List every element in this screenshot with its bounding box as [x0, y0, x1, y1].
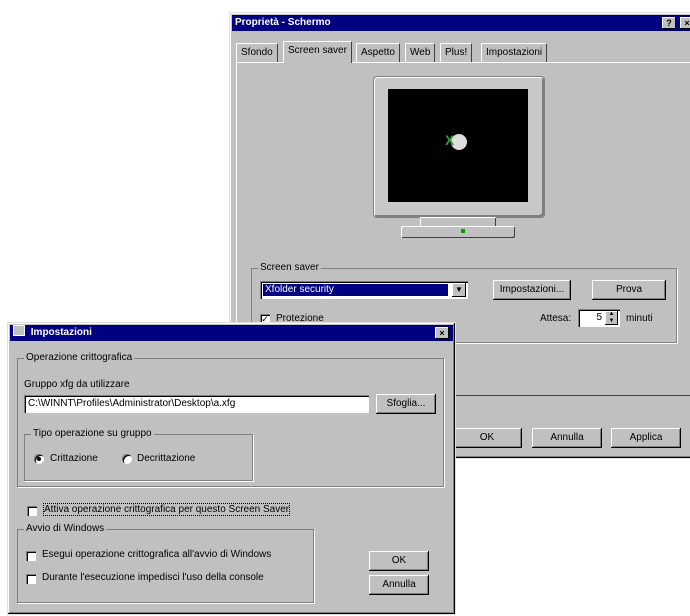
tab-label: Screen saver: [288, 45, 347, 56]
decrypt-radio[interactable]: [122, 454, 132, 464]
tab-label: Sfondo: [241, 47, 273, 58]
xfg-group-label: Gruppo xfg da utilizzare: [24, 379, 130, 390]
display-properties-titlebar[interactable]: Proprietà - Schermo ? ×: [232, 15, 690, 31]
crypto-operation-group: Operazione crittografica Gruppo xfg da u…: [17, 352, 444, 487]
console-checkbox[interactable]: [26, 574, 36, 584]
path-value: C:\WINNT\Profiles\Administrator\Desktop\…: [28, 398, 236, 409]
tab-label: Plus!: [445, 47, 468, 58]
window-title: Proprietà - Schermo: [235, 17, 331, 28]
tab-screensaver[interactable]: Screen saver: [283, 41, 352, 63]
settings-cancel-button[interactable]: Annulla: [369, 575, 429, 595]
group-label: Operazione crittografica: [24, 352, 135, 363]
startup-checkbox[interactable]: [26, 551, 36, 561]
tab-label: Impostazioni: [486, 47, 543, 58]
dialog-title: Impostazioni: [30, 327, 92, 338]
tab-settings[interactable]: Impostazioni: [481, 43, 548, 62]
activate-label: Attiva operazione crittografica per ques…: [42, 503, 291, 516]
screensaver-logo-icon: X: [445, 132, 467, 150]
wait-input[interactable]: 5 ▲ ▼: [578, 309, 620, 327]
activate-checkbox[interactable]: [27, 506, 37, 516]
tab-plus[interactable]: Plus!: [440, 43, 473, 62]
windows-startup-group: Avvio di Windows Esegui operazione critt…: [17, 523, 314, 603]
settings-ok-button[interactable]: OK: [369, 551, 429, 571]
monitor-preview-icon: X: [373, 76, 545, 253]
ok-button[interactable]: OK: [452, 428, 522, 448]
help-icon[interactable]: ?: [662, 17, 676, 29]
tab-strip: Sfondo Screen saver Aspetto Web Plus! Im…: [236, 41, 676, 63]
wait-unit: minuti: [626, 313, 653, 324]
settings-window-icon: [13, 325, 25, 336]
xfg-path-input[interactable]: C:\WINNT\Profiles\Administrator\Desktop\…: [24, 395, 369, 413]
group-label: Screen saver: [258, 262, 321, 273]
tab-appearance[interactable]: Aspetto: [356, 43, 400, 62]
group-label: Tipo operazione su gruppo: [31, 428, 154, 439]
cancel-button[interactable]: Annulla: [532, 428, 602, 448]
tab-web[interactable]: Web: [405, 43, 436, 62]
dropdown-arrow-icon[interactable]: ▼: [452, 283, 466, 297]
settings-dialog: Impostazioni × Operazione crittografica …: [7, 322, 456, 615]
wait-value: 5: [596, 312, 602, 323]
screen-area: X: [388, 89, 528, 202]
settings-titlebar[interactable]: Impostazioni ×: [10, 325, 453, 341]
close-icon[interactable]: ×: [680, 17, 690, 29]
dropdown-selected: Xfolder security: [263, 284, 448, 296]
preview-button[interactable]: Prova: [592, 280, 666, 300]
encrypt-label: Crittazione: [50, 453, 98, 464]
operation-type-group: Tipo operazione su gruppo Crittazione De…: [24, 428, 253, 481]
decrypt-label: Decrittazione: [137, 453, 196, 464]
wait-label: Attesa:: [540, 313, 572, 324]
browse-button[interactable]: Sfoglia...: [376, 394, 436, 414]
group-label: Avvio di Windows: [24, 523, 107, 534]
spinner-icon[interactable]: ▲ ▼: [605, 311, 618, 325]
encrypt-radio[interactable]: [34, 454, 44, 464]
apply-button[interactable]: Applica: [611, 428, 681, 448]
screensaver-dropdown[interactable]: Xfolder security ▼: [260, 281, 468, 299]
settings-button[interactable]: Impostazioni...: [493, 280, 571, 300]
close-icon[interactable]: ×: [435, 327, 449, 339]
console-label: Durante l'esecuzione impedisci l'uso del…: [42, 572, 264, 583]
tab-label: Web: [410, 47, 431, 58]
tab-label: Aspetto: [361, 47, 395, 58]
startup-label: Esegui operazione crittografica all'avvi…: [42, 549, 272, 560]
tab-background[interactable]: Sfondo: [236, 43, 278, 62]
